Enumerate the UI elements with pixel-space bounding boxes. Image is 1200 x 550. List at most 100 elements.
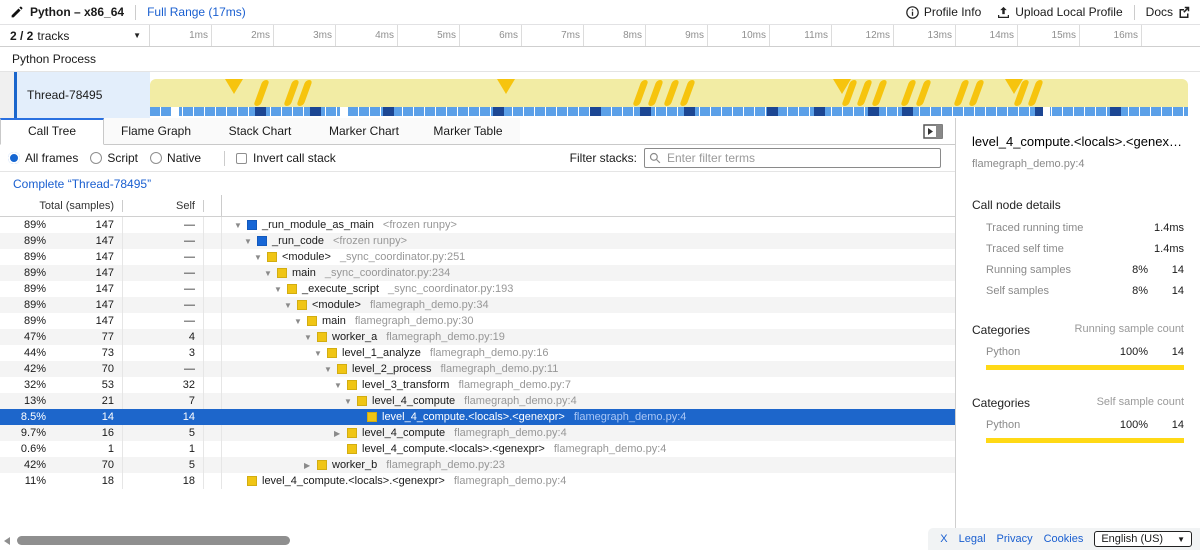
function-name: main [322, 315, 346, 327]
call-tree-row[interactable]: 89% 147 — ▼ <module> _sync_coordinator.p… [0, 249, 955, 265]
thread-activity-graph[interactable] [150, 72, 1188, 118]
language-select[interactable]: English (US) ▼ [1094, 531, 1192, 547]
expand-twisty-icon[interactable]: ▼ [344, 397, 357, 406]
edit-pencil-icon[interactable] [10, 6, 23, 19]
tracks-dropdown[interactable]: 2 / 2 tracks ▼ [0, 25, 150, 46]
expand-twisty-icon[interactable]: ▼ [314, 349, 327, 358]
sidebar-toggle-button[interactable] [923, 124, 943, 139]
marker-slash-icon [679, 80, 695, 106]
expand-twisty-icon[interactable]: ▼ [254, 253, 267, 262]
scrollbar-thumb[interactable] [17, 536, 290, 545]
call-tree-row[interactable]: 11% 18 18 level_4_compute.<locals>.<gene… [0, 473, 955, 489]
ruler-tick: 15ms [1018, 25, 1080, 46]
row-self-samples: — [123, 265, 204, 281]
source-location: flamegraph_demo.py:4 [464, 395, 577, 407]
upload-profile-button[interactable]: Upload Local Profile [997, 5, 1122, 19]
row-total-percent: 47% [0, 331, 50, 343]
expand-twisty-icon[interactable]: ▶ [334, 429, 347, 438]
row-total-samples: 147 [50, 249, 123, 265]
call-tree-row[interactable]: 32% 53 32 ▼ level_3_transform flamegraph… [0, 377, 955, 393]
call-tree-row[interactable]: 8.5% 14 14 level_4_compute.<locals>.<gen… [0, 409, 955, 425]
call-tree-row[interactable]: 89% 147 — ▼ _run_module_as_main <frozen … [0, 217, 955, 233]
expand-twisty-icon[interactable]: ▼ [334, 381, 347, 390]
ruler-tick: 9ms [646, 25, 708, 46]
expand-twisty-icon[interactable]: ▼ [264, 269, 277, 278]
expand-twisty-icon[interactable]: ▼ [234, 221, 247, 230]
tab-marker-chart[interactable]: Marker Chart [312, 118, 416, 145]
function-name: level_4_compute [362, 427, 445, 439]
call-tree-row[interactable]: 42% 70 — ▼ level_2_process flamegraph_de… [0, 361, 955, 377]
source-location: flamegraph_demo.py:23 [386, 459, 505, 471]
radio-script[interactable]: Script [90, 151, 138, 165]
scroll-left-arrow[interactable] [4, 537, 10, 545]
row-total-samples: 14 [50, 409, 123, 425]
full-range-button[interactable]: Full Range (17ms) [147, 5, 246, 19]
process-track-header[interactable]: Python Process [0, 47, 1200, 72]
call-tree-row[interactable]: 44% 73 3 ▼ level_1_analyze flamegraph_de… [0, 345, 955, 361]
complete-thread-breadcrumb[interactable]: Complete “Thread-78495” [13, 177, 151, 191]
invert-call-stack-checkbox[interactable]: Invert call stack [236, 151, 336, 165]
expand-twisty-icon[interactable]: ▼ [304, 333, 317, 342]
call-tree-toolbar: All frames Script Native Invert call stack… [0, 145, 955, 172]
expand-twisty-icon[interactable]: ▼ [284, 301, 297, 310]
footer-link-x[interactable]: X [940, 533, 947, 545]
row-total-percent: 9.7% [0, 427, 50, 439]
call-tree-row[interactable]: 13% 21 7 ▼ level_4_compute flamegraph_de… [0, 393, 955, 409]
profile-info-button[interactable]: Profile Info [906, 5, 981, 19]
call-tree-row[interactable]: 89% 147 — ▼ _execute_script _sync_coordi… [0, 281, 955, 297]
call-tree-row[interactable]: 89% 147 — ▼ <module> flamegraph_demo.py:… [0, 297, 955, 313]
call-node-sidebar: level_4_compute.<locals>.<genex… flamegr… [955, 118, 1200, 550]
category-color-square [347, 444, 357, 454]
tab-stack-chart[interactable]: Stack Chart [208, 118, 312, 145]
function-name: <module> [312, 299, 361, 311]
source-location: flamegraph_demo.py:4 [454, 475, 567, 487]
footer-link-cookies[interactable]: Cookies [1044, 533, 1084, 545]
sample-dark-segment [814, 107, 825, 116]
total-samples-column-header[interactable]: Total (samples) [0, 200, 123, 212]
category-color-square [267, 252, 277, 262]
sample-strip[interactable] [150, 107, 1188, 116]
docs-link[interactable]: Docs [1146, 5, 1190, 19]
footer-link-privacy[interactable]: Privacy [997, 533, 1033, 545]
marker-slash-icon [856, 80, 872, 106]
expand-twisty-icon[interactable]: ▶ [304, 461, 317, 470]
source-location: <frozen runpy> [383, 219, 457, 231]
sample-dark-segment [590, 107, 601, 116]
tab-marker-table[interactable]: Marker Table [416, 118, 520, 145]
thread-track-header[interactable]: Thread-78495 [0, 72, 150, 118]
column-spacer [204, 195, 222, 216]
tab-flame-graph[interactable]: Flame Graph [104, 118, 208, 145]
call-tree-row[interactable]: 89% 147 — ▼ main _sync_coordinator.py:23… [0, 265, 955, 281]
call-tree-row[interactable]: 42% 70 5 ▶ worker_b flamegraph_demo.py:2… [0, 457, 955, 473]
self-column-header[interactable]: Self [123, 200, 204, 212]
expand-twisty-icon[interactable]: ▼ [244, 237, 257, 246]
row-total-percent: 32% [0, 379, 50, 391]
category-color-square [307, 316, 317, 326]
source-location: flamegraph_demo.py:4 [554, 443, 667, 455]
radio-native[interactable]: Native [150, 151, 201, 165]
divider [135, 5, 136, 20]
footer-link-legal[interactable]: Legal [959, 533, 986, 545]
sample-dark-segment [310, 107, 321, 116]
expand-twisty-icon[interactable]: ▼ [324, 365, 337, 374]
radio-all-frames[interactable]: All frames [8, 151, 78, 165]
expand-twisty-icon[interactable]: ▼ [294, 317, 307, 326]
call-tree-row[interactable]: 89% 147 — ▼ main flamegraph_demo.py:30 [0, 313, 955, 329]
row-total-samples: 147 [50, 313, 123, 329]
call-tree-row[interactable]: 89% 147 — ▼ _run_code <frozen runpy> [0, 233, 955, 249]
filter-stacks-input[interactable] [644, 148, 941, 168]
cpu-usage-band[interactable] [150, 79, 1188, 107]
row-total-percent: 89% [0, 299, 50, 311]
source-location: _sync_coordinator.py:251 [340, 251, 465, 263]
ruler-tick: 16ms [1080, 25, 1142, 46]
expand-twisty-icon[interactable]: ▼ [274, 285, 287, 294]
row-total-samples: 18 [50, 473, 123, 489]
divider [224, 151, 225, 166]
tab-call-tree[interactable]: Call Tree [0, 118, 104, 145]
detail-row: Traced self time 1.4ms [972, 243, 1184, 255]
call-tree-row[interactable]: 0.6% 1 1 level_4_compute.<locals>.<genex… [0, 441, 955, 457]
row-self-samples: 7 [123, 393, 204, 409]
call-tree-row[interactable]: 9.7% 16 5 ▶ level_4_compute flamegraph_d… [0, 425, 955, 441]
marker-slash-icon [1028, 80, 1044, 106]
call-tree-row[interactable]: 47% 77 4 ▼ worker_a flamegraph_demo.py:1… [0, 329, 955, 345]
